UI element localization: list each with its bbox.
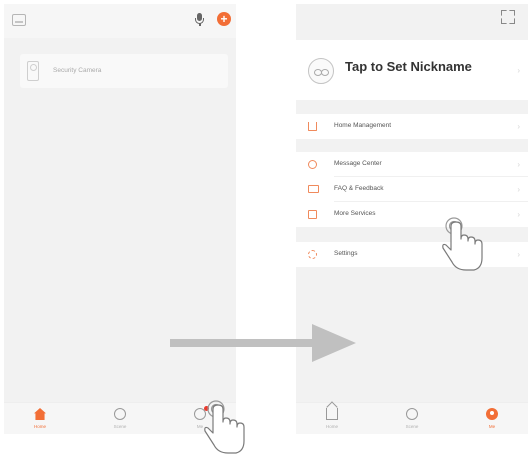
- tap-hand-icon: [442, 217, 483, 271]
- tap-hand-icon: [204, 400, 245, 454]
- transition-arrow: [170, 217, 483, 454]
- arrow-right-icon: [170, 324, 356, 362]
